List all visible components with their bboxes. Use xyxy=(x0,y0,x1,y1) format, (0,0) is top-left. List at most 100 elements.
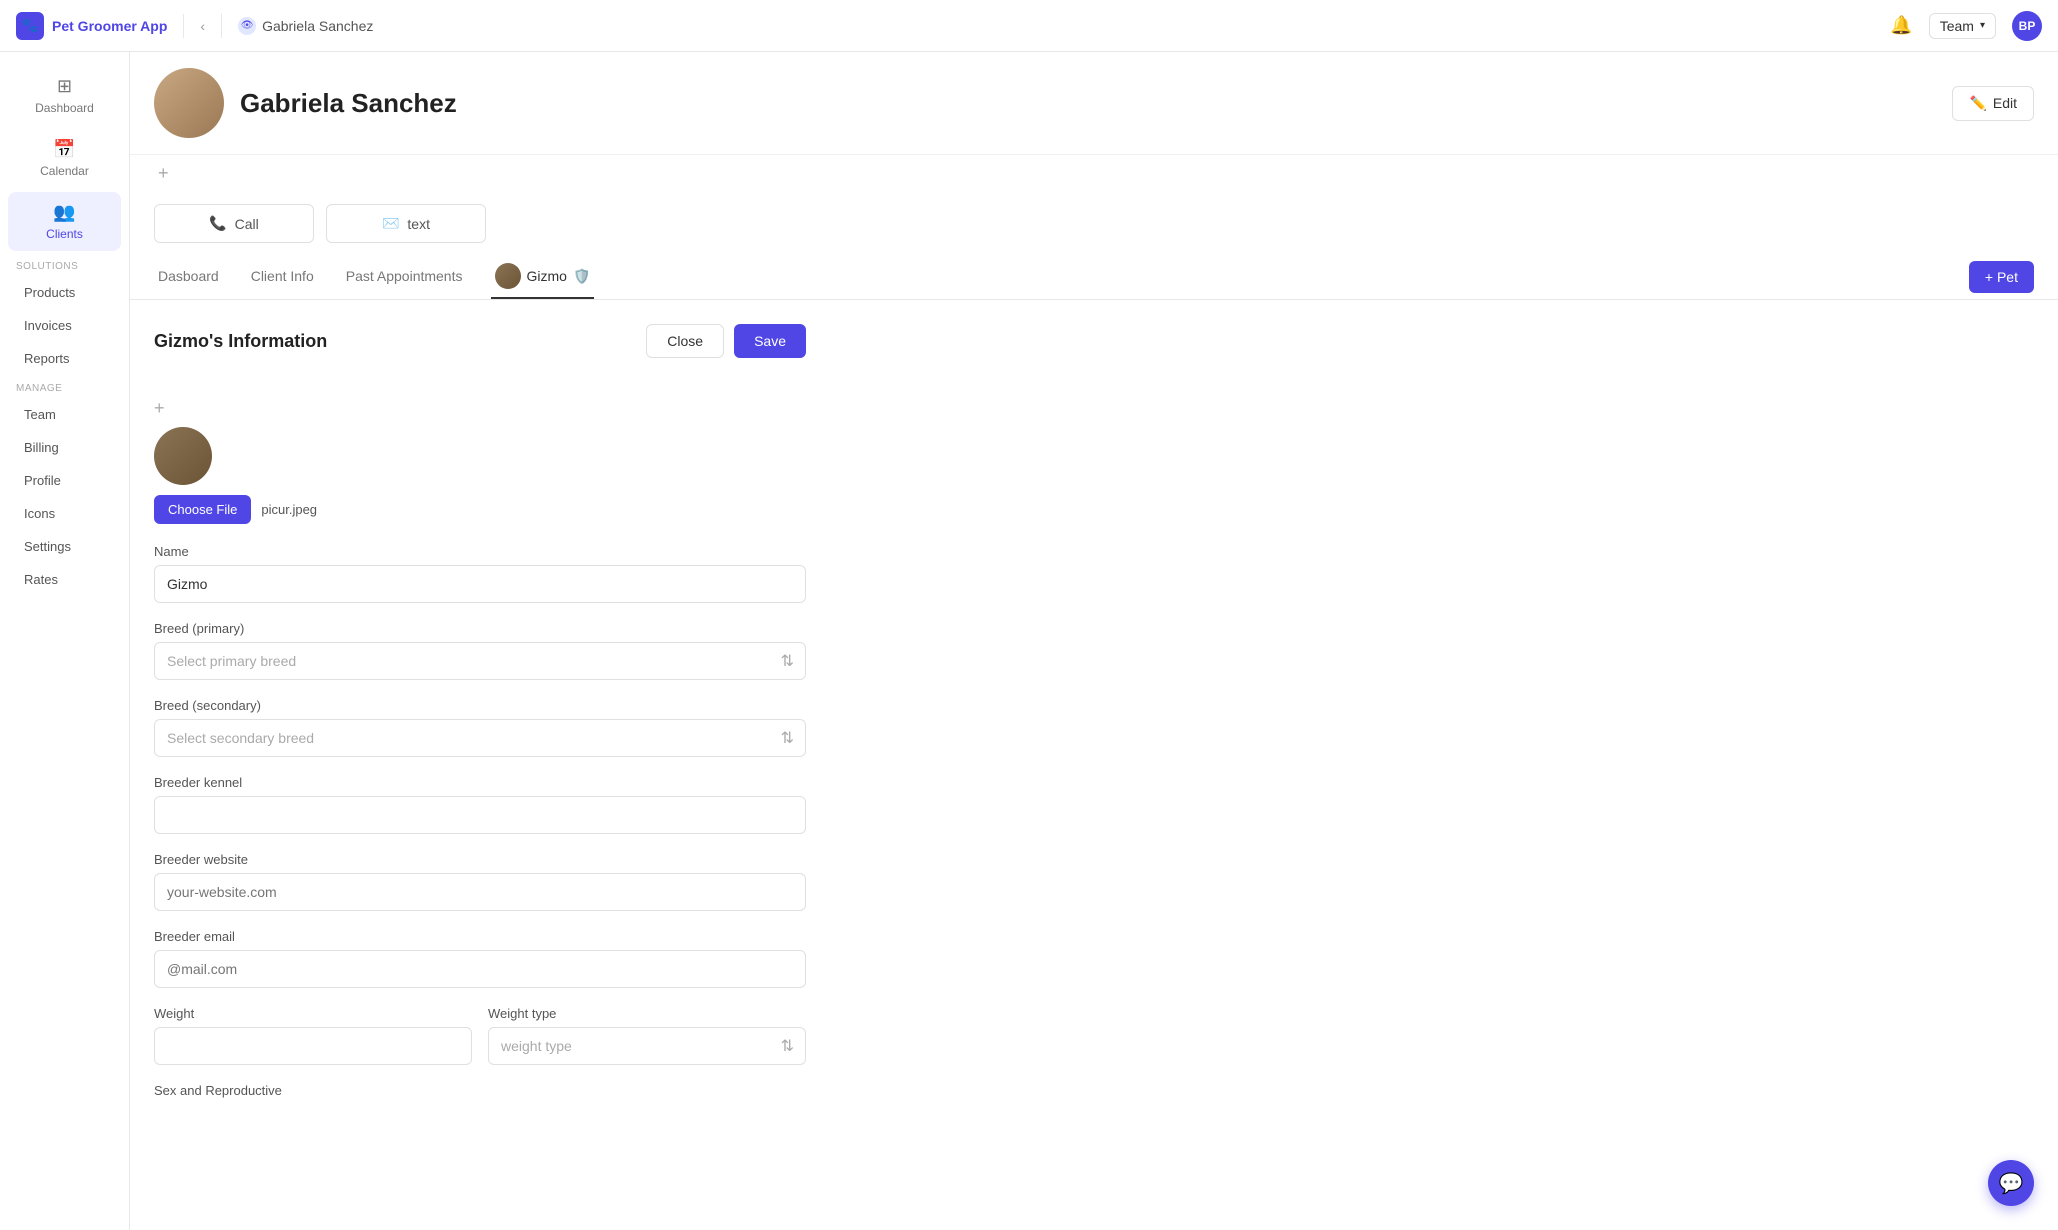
client-name-container: Gabriela Sanchez xyxy=(240,88,457,119)
tab-client-info[interactable]: Client Info xyxy=(247,256,318,298)
sidebar-label-invoices: Invoices xyxy=(24,318,72,333)
sidebar-item-products[interactable]: Products xyxy=(8,277,121,308)
weight-label: Weight xyxy=(154,1006,472,1021)
tabs-row: Dasboard Client Info Past Appointments G… xyxy=(130,255,2058,300)
team-button[interactable]: Team ▾ xyxy=(1929,13,1996,39)
text-button[interactable]: ✉️ text xyxy=(326,204,486,243)
chat-bubble-button[interactable]: 💬 xyxy=(1988,1160,2034,1206)
weight-type-select[interactable]: weight type lbs kg xyxy=(488,1027,806,1065)
edit-label: Edit xyxy=(1993,95,2017,111)
file-upload-row: Choose File picur.jpeg xyxy=(154,495,806,524)
photo-plus-icon[interactable]: + xyxy=(154,398,806,419)
sidebar-label-clients: Clients xyxy=(46,227,83,241)
user-avatar[interactable]: BP xyxy=(2012,11,2042,41)
close-button[interactable]: Close xyxy=(646,324,724,358)
breeder-kennel-group: Breeder kennel xyxy=(154,775,806,834)
team-chevron-icon: ▾ xyxy=(1980,20,1985,31)
sidebar-label-settings: Settings xyxy=(24,539,71,554)
nav-divider2 xyxy=(221,14,222,38)
call-button[interactable]: 📞 Call xyxy=(154,204,314,243)
sidebar-item-settings[interactable]: Settings xyxy=(8,531,121,562)
name-input[interactable] xyxy=(154,565,806,603)
breeder-email-input[interactable] xyxy=(154,950,806,988)
breeder-website-input[interactable] xyxy=(154,873,806,911)
breeder-website-group: Breeder website xyxy=(154,852,806,911)
form-header: Gizmo's Information Close Save xyxy=(154,324,806,378)
sidebar-label-profile: Profile xyxy=(24,473,61,488)
sidebar-label-calendar: Calendar xyxy=(40,164,89,178)
avatar-initials: BP xyxy=(2019,19,2036,33)
weight-type-group: Weight type weight type lbs kg ⇅ xyxy=(488,1006,806,1065)
sidebar-item-calendar[interactable]: 📅 Calendar xyxy=(8,129,121,188)
nav-divider xyxy=(183,14,184,38)
text-label: text xyxy=(407,216,430,232)
breeder-kennel-input[interactable] xyxy=(154,796,806,834)
breed-secondary-label: Breed (secondary) xyxy=(154,698,806,713)
notification-bell[interactable]: 🔔 xyxy=(1890,15,1912,36)
add-icon[interactable]: + xyxy=(154,159,173,187)
add-pet-label: + Pet xyxy=(1985,269,2018,285)
collapse-button[interactable]: ‹ xyxy=(200,18,205,34)
sidebar-label-icons: Icons xyxy=(24,506,55,521)
phone-icon: 📞 xyxy=(209,215,226,232)
sidebar-item-profile[interactable]: Profile xyxy=(8,465,121,496)
tab-past-appointments[interactable]: Past Appointments xyxy=(342,256,467,298)
sidebar: ⊞ Dashboard 📅 Calendar 👥 Clients Solutio… xyxy=(0,52,130,1230)
chat-bubble-icon: 💬 xyxy=(1999,1171,2024,1196)
tab-client-info-label: Client Info xyxy=(251,268,314,284)
tab-dashboard-label: Dasboard xyxy=(158,268,219,284)
pet-shield-icon: 🛡️ xyxy=(573,268,590,285)
breeder-kennel-label: Breeder kennel xyxy=(154,775,806,790)
tab-dashboard[interactable]: Dasboard xyxy=(154,256,223,298)
breed-primary-select-wrapper: Select primary breed ⇅ xyxy=(154,642,806,680)
sidebar-item-team[interactable]: Team xyxy=(8,399,121,430)
breadcrumb-label: Gabriela Sanchez xyxy=(262,18,373,34)
solutions-section-label: Solutions xyxy=(0,253,129,276)
topnav-right: 🔔 Team ▾ BP xyxy=(1890,11,2042,41)
photo-section: + Choose File picur.jpeg xyxy=(154,398,806,524)
main-layout: ⊞ Dashboard 📅 Calendar 👥 Clients Solutio… xyxy=(0,52,2058,1230)
app-name: Pet Groomer App xyxy=(52,18,167,34)
sidebar-label-reports: Reports xyxy=(24,351,70,366)
breed-primary-label: Breed (primary) xyxy=(154,621,806,636)
clients-icon: 👥 xyxy=(53,202,75,223)
dashboard-icon: ⊞ xyxy=(57,76,72,97)
form-actions: Close Save xyxy=(646,324,806,358)
sex-reproductive-label: Sex and Reproductive xyxy=(154,1083,806,1098)
message-icon: ✉️ xyxy=(382,215,399,232)
weight-type-label: Weight type xyxy=(488,1006,806,1021)
tab-gizmo[interactable]: Gizmo 🛡️ xyxy=(491,255,595,299)
app-logo[interactable]: 🐾 Pet Groomer App xyxy=(16,12,167,40)
breed-secondary-select[interactable]: Select secondary breed xyxy=(154,719,806,757)
sidebar-item-clients[interactable]: 👥 Clients xyxy=(8,192,121,251)
call-label: Call xyxy=(235,216,259,232)
tab-gizmo-label: Gizmo xyxy=(527,268,567,284)
add-pet-button[interactable]: + Pet xyxy=(1969,261,2034,293)
save-button[interactable]: Save xyxy=(734,324,806,358)
name-field-group: Name xyxy=(154,544,806,603)
edit-button[interactable]: ✏️ Edit xyxy=(1952,86,2034,121)
breed-secondary-group: Breed (secondary) Select secondary breed… xyxy=(154,698,806,757)
breadcrumb-icon: 👁 xyxy=(238,17,256,35)
sidebar-label-team: Team xyxy=(24,407,56,422)
sidebar-item-icons[interactable]: Icons xyxy=(8,498,121,529)
sidebar-label-rates: Rates xyxy=(24,572,58,587)
breadcrumb-item[interactable]: 👁 Gabriela Sanchez xyxy=(238,17,373,35)
sidebar-item-rates[interactable]: Rates xyxy=(8,564,121,595)
form-title: Gizmo's Information xyxy=(154,331,327,352)
weight-type-select-wrapper: weight type lbs kg ⇅ xyxy=(488,1027,806,1065)
breeder-website-label: Breeder website xyxy=(154,852,806,867)
sidebar-label-products: Products xyxy=(24,285,75,300)
manage-section-label: Manage xyxy=(0,375,129,398)
choose-file-button[interactable]: Choose File xyxy=(154,495,251,524)
breed-primary-select[interactable]: Select primary breed xyxy=(154,642,806,680)
sidebar-item-invoices[interactable]: Invoices xyxy=(8,310,121,341)
sidebar-item-billing[interactable]: Billing xyxy=(8,432,121,463)
sidebar-item-dashboard[interactable]: ⊞ Dashboard xyxy=(8,66,121,125)
tab-past-appointments-label: Past Appointments xyxy=(346,268,463,284)
logo-icon: 🐾 xyxy=(16,12,44,40)
weight-input[interactable] xyxy=(154,1027,472,1065)
client-avatar xyxy=(154,68,224,138)
sidebar-label-billing: Billing xyxy=(24,440,59,455)
sidebar-item-reports[interactable]: Reports xyxy=(8,343,121,374)
